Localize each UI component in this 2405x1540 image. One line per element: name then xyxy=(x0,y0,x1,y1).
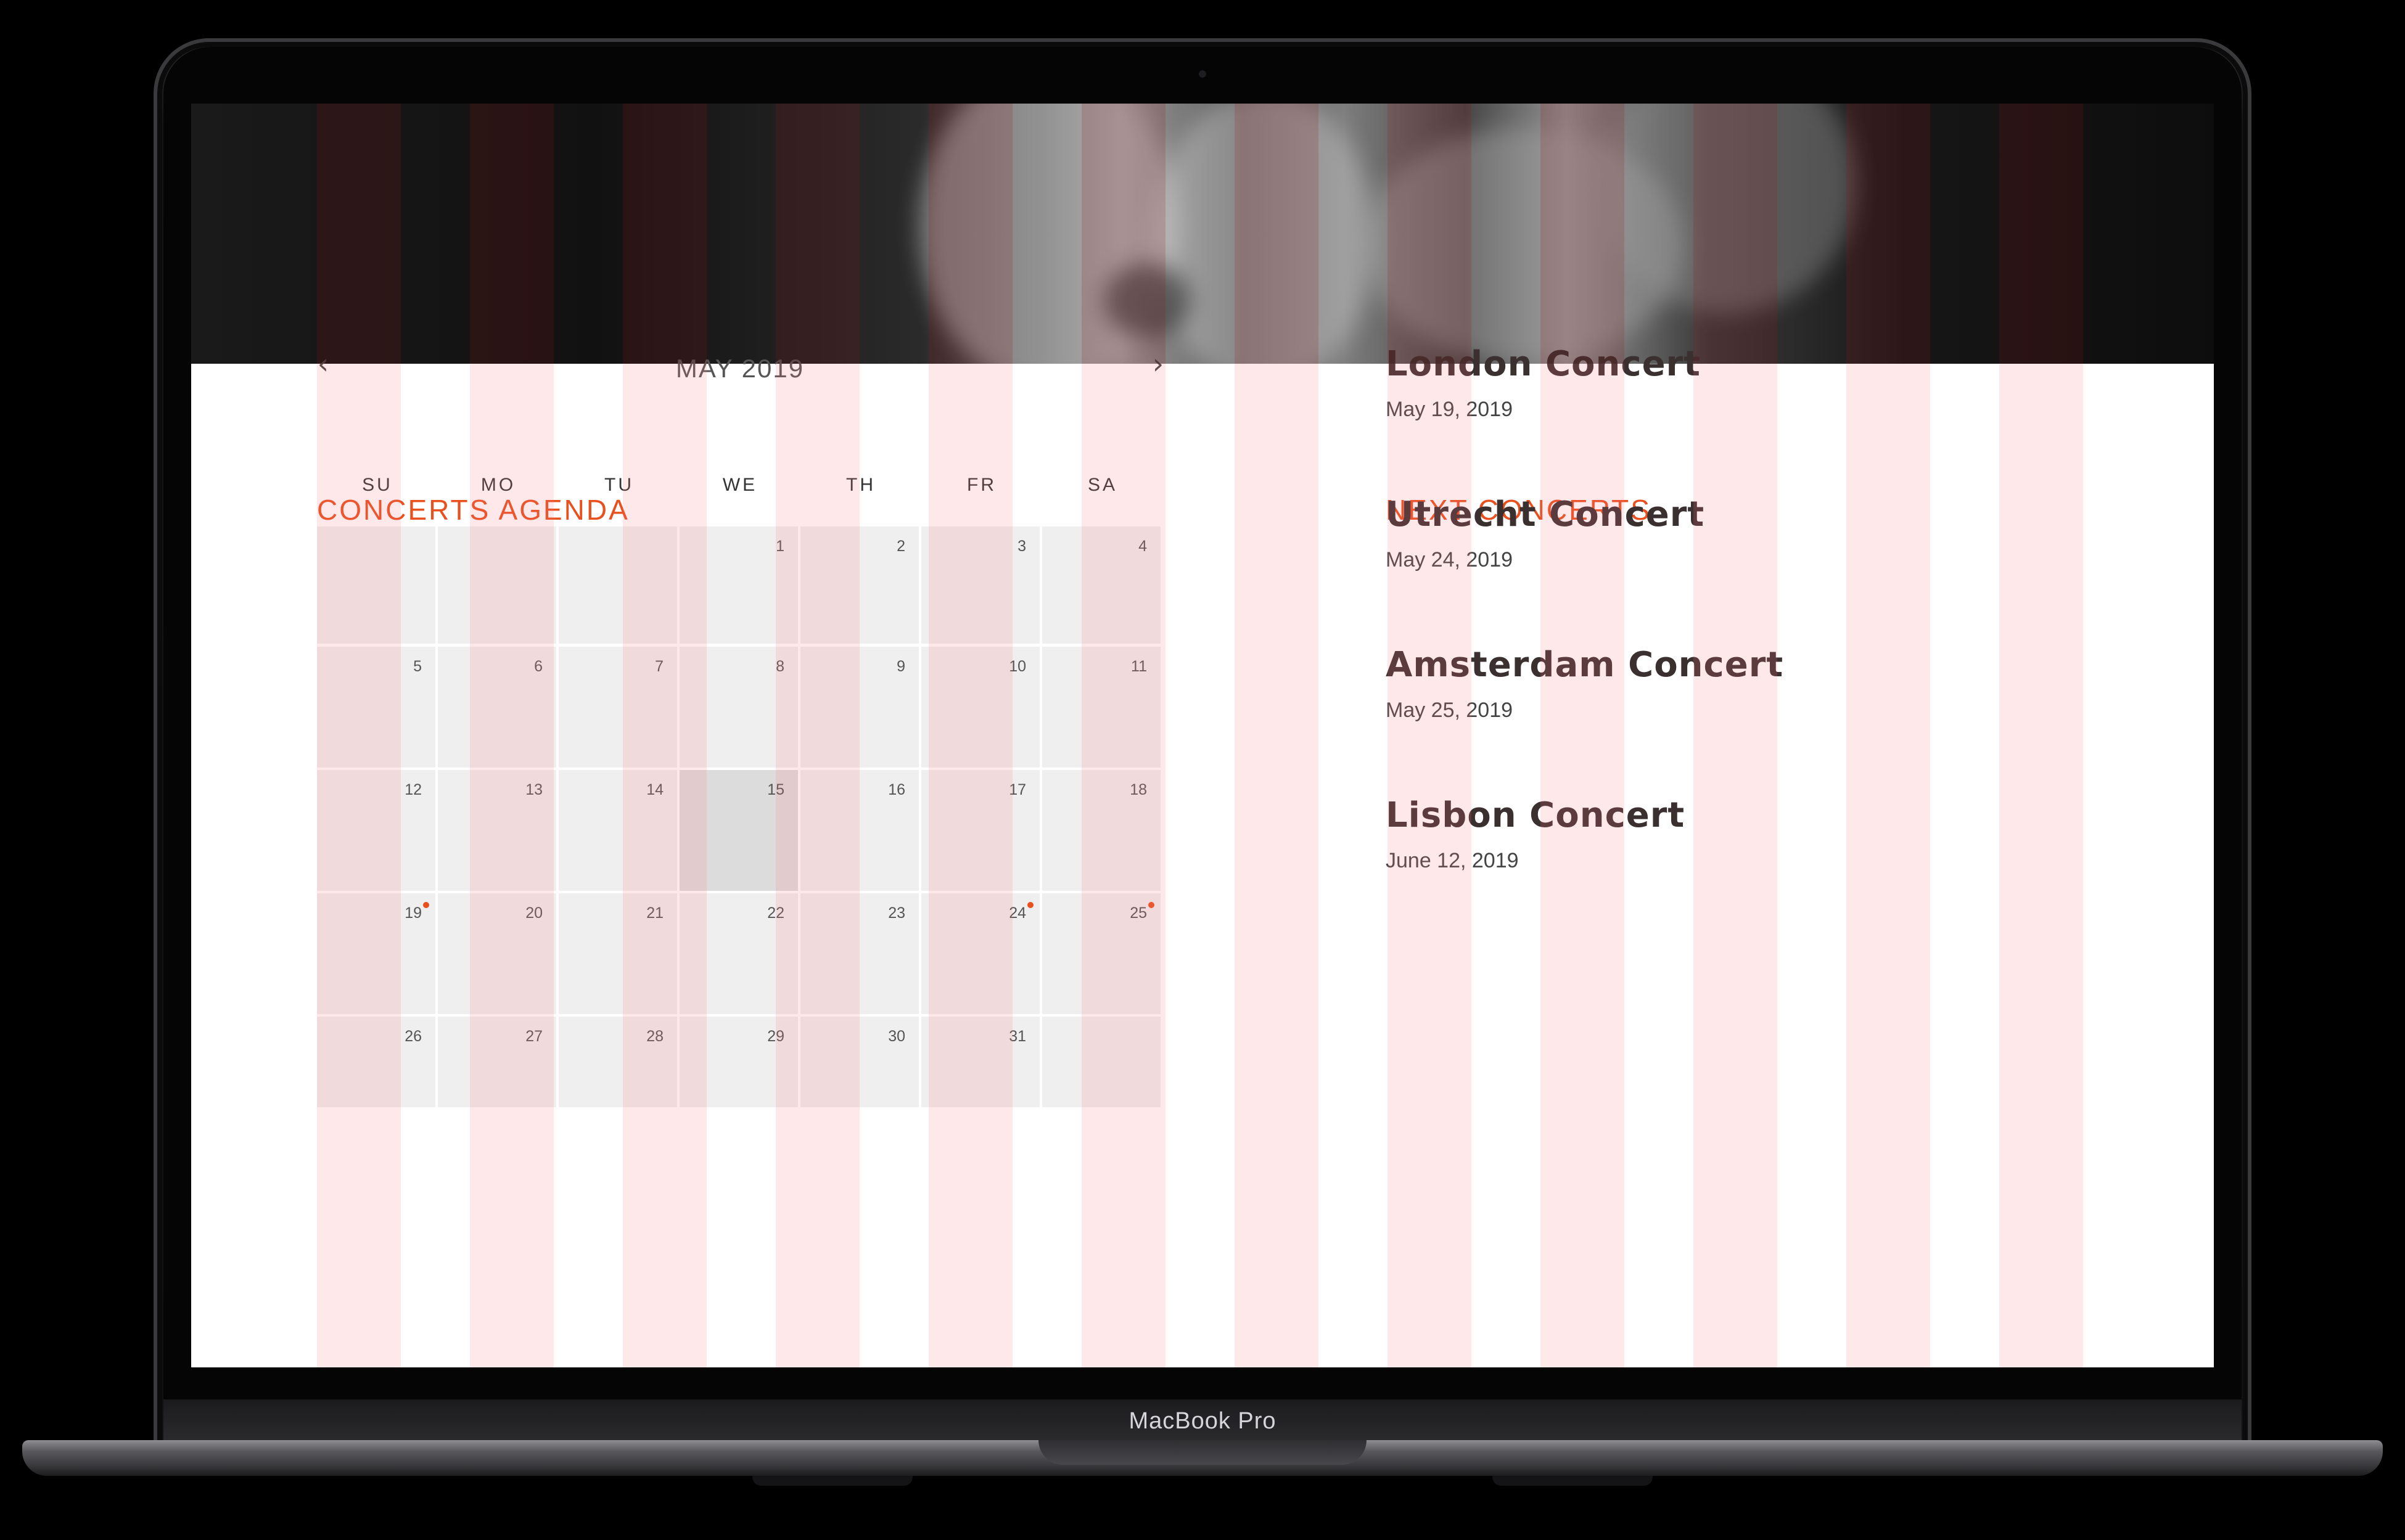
calendar-day[interactable]: 25 xyxy=(1042,893,1161,1014)
day-number: 31 xyxy=(1009,1028,1026,1045)
website-screen: CONCERTS AGENDA NEXT CONCERTS ‹ MAY 2019… xyxy=(191,104,2214,1367)
day-number: 30 xyxy=(888,1028,905,1045)
day-number: 21 xyxy=(646,904,664,922)
calendar-day-empty xyxy=(438,526,556,644)
event-dot-icon xyxy=(1027,902,1034,908)
calendar-day[interactable]: 5 xyxy=(317,647,435,768)
day-number: 28 xyxy=(646,1028,664,1045)
concert-date: May 25, 2019 xyxy=(1386,698,1513,722)
calendar-day[interactable]: 21 xyxy=(559,893,677,1014)
concert-date: May 24, 2019 xyxy=(1386,548,1513,571)
calendar-day[interactable]: 20 xyxy=(438,893,556,1014)
day-number: 26 xyxy=(405,1028,422,1045)
concert-item[interactable]: Lisbon Concert June 12, 2019 xyxy=(1386,795,2002,919)
weekday-label: TH xyxy=(846,475,876,495)
day-number: 23 xyxy=(888,904,905,922)
day-number: 3 xyxy=(1018,538,1026,555)
event-dot-icon xyxy=(423,902,429,908)
concert-item[interactable]: London Concert May 19, 2019 xyxy=(1386,344,2002,467)
calendar-day[interactable]: 13 xyxy=(438,770,556,891)
day-number: 4 xyxy=(1138,538,1147,555)
calendar-day[interactable]: 10 xyxy=(921,647,1040,768)
concert-item[interactable]: Utrecht Concert May 24, 2019 xyxy=(1386,494,2002,618)
calendar-month-title: MAY 2019 xyxy=(675,354,805,383)
calendar-day[interactable]: 16 xyxy=(800,770,919,891)
weekday-label: SU xyxy=(362,475,393,495)
day-number: 10 xyxy=(1009,658,1026,675)
day-number: 2 xyxy=(897,538,905,555)
day-number: 14 xyxy=(646,781,664,798)
calendar-day[interactable]: 11 xyxy=(1042,647,1161,768)
concert-name-link[interactable]: Amsterdam Concert xyxy=(1386,645,2002,685)
day-number: 6 xyxy=(534,658,543,675)
calendar-day[interactable]: 8 xyxy=(680,647,798,768)
calendar-day[interactable]: 1 xyxy=(680,526,798,644)
day-number: 7 xyxy=(655,658,664,675)
device-label: MacBook Pro xyxy=(1128,1408,1276,1434)
calendar-day[interactable]: 24 xyxy=(921,893,1040,1014)
calendar-day[interactable]: 17 xyxy=(921,770,1040,891)
calendar-day-empty xyxy=(317,526,435,644)
calendar-day[interactable]: 31 xyxy=(921,1017,1040,1107)
day-number: 11 xyxy=(1131,658,1147,675)
calendar-day[interactable]: 4 xyxy=(1042,526,1161,644)
chevron-right-icon: › xyxy=(1152,347,1164,380)
concert-date: June 12, 2019 xyxy=(1386,849,1519,872)
calendar-day[interactable]: 19 xyxy=(317,893,435,1014)
concert-name-link[interactable]: London Concert xyxy=(1386,344,2002,384)
calendar-day[interactable]: 9 xyxy=(800,647,919,768)
weekday-label: WE xyxy=(722,475,758,495)
calendar-day[interactable]: 23 xyxy=(800,893,919,1014)
concert-date: May 19, 2019 xyxy=(1386,398,1513,421)
day-number: 16 xyxy=(888,781,905,798)
calendar-day[interactable]: 15 xyxy=(680,770,798,891)
calendar-day[interactable]: 2 xyxy=(800,526,919,644)
day-number: 9 xyxy=(897,658,905,675)
calendar-day-empty xyxy=(559,526,677,644)
weekday-label: MO xyxy=(480,475,516,495)
calendar-day[interactable]: 28 xyxy=(559,1017,677,1107)
hero-image xyxy=(191,104,2214,364)
day-number: 24 xyxy=(1009,904,1026,922)
day-number: 22 xyxy=(767,904,784,922)
calendar-day[interactable]: 3 xyxy=(921,526,1040,644)
calendar-day[interactable]: 29 xyxy=(680,1017,798,1107)
day-number: 25 xyxy=(1130,904,1147,922)
calendar-day[interactable]: 22 xyxy=(680,893,798,1014)
next-month-button[interactable]: › xyxy=(1146,349,1170,379)
concert-name-link[interactable]: Utrecht Concert xyxy=(1386,494,2002,534)
event-dot-icon xyxy=(1148,902,1154,908)
day-number: 18 xyxy=(1130,781,1147,798)
concert-name-link[interactable]: Lisbon Concert xyxy=(1386,795,2002,835)
day-number: 8 xyxy=(776,658,784,675)
day-number: 27 xyxy=(525,1028,543,1045)
laptop-foot xyxy=(752,1476,913,1486)
weekday-label: TU xyxy=(604,475,634,495)
day-number: 15 xyxy=(767,781,784,798)
calendar-day[interactable]: 12 xyxy=(317,770,435,891)
day-number: 12 xyxy=(405,781,422,798)
calendar-day[interactable]: 27 xyxy=(438,1017,556,1107)
day-number: 19 xyxy=(405,904,422,922)
weekday-label: SA xyxy=(1087,475,1118,495)
day-number: 17 xyxy=(1009,781,1026,798)
calendar-day[interactable]: 30 xyxy=(800,1017,919,1107)
day-number: 29 xyxy=(767,1028,784,1045)
camera-icon xyxy=(1199,70,1206,78)
laptop-foot xyxy=(1492,1476,1653,1486)
calendar-day[interactable]: 14 xyxy=(559,770,677,891)
calendar-day[interactable]: 7 xyxy=(559,647,677,768)
day-number: 13 xyxy=(525,781,543,798)
weekday-label: FR xyxy=(967,475,997,495)
day-number: 20 xyxy=(525,904,543,922)
calendar: ‹ MAY 2019 › SU MO TU WE TH FR SA 1 2 3 4 5 6 7 8 9 10 1… xyxy=(317,349,1164,1107)
day-number: 5 xyxy=(413,658,422,675)
laptop-notch xyxy=(1038,1440,1367,1465)
calendar-day[interactable]: 18 xyxy=(1042,770,1161,891)
calendar-day[interactable]: 26 xyxy=(317,1017,435,1107)
concert-item[interactable]: Amsterdam Concert May 25, 2019 xyxy=(1386,645,2002,768)
calendar-day-empty xyxy=(1042,1017,1161,1107)
calendar-day[interactable]: 6 xyxy=(438,647,556,768)
day-number: 1 xyxy=(776,538,784,555)
